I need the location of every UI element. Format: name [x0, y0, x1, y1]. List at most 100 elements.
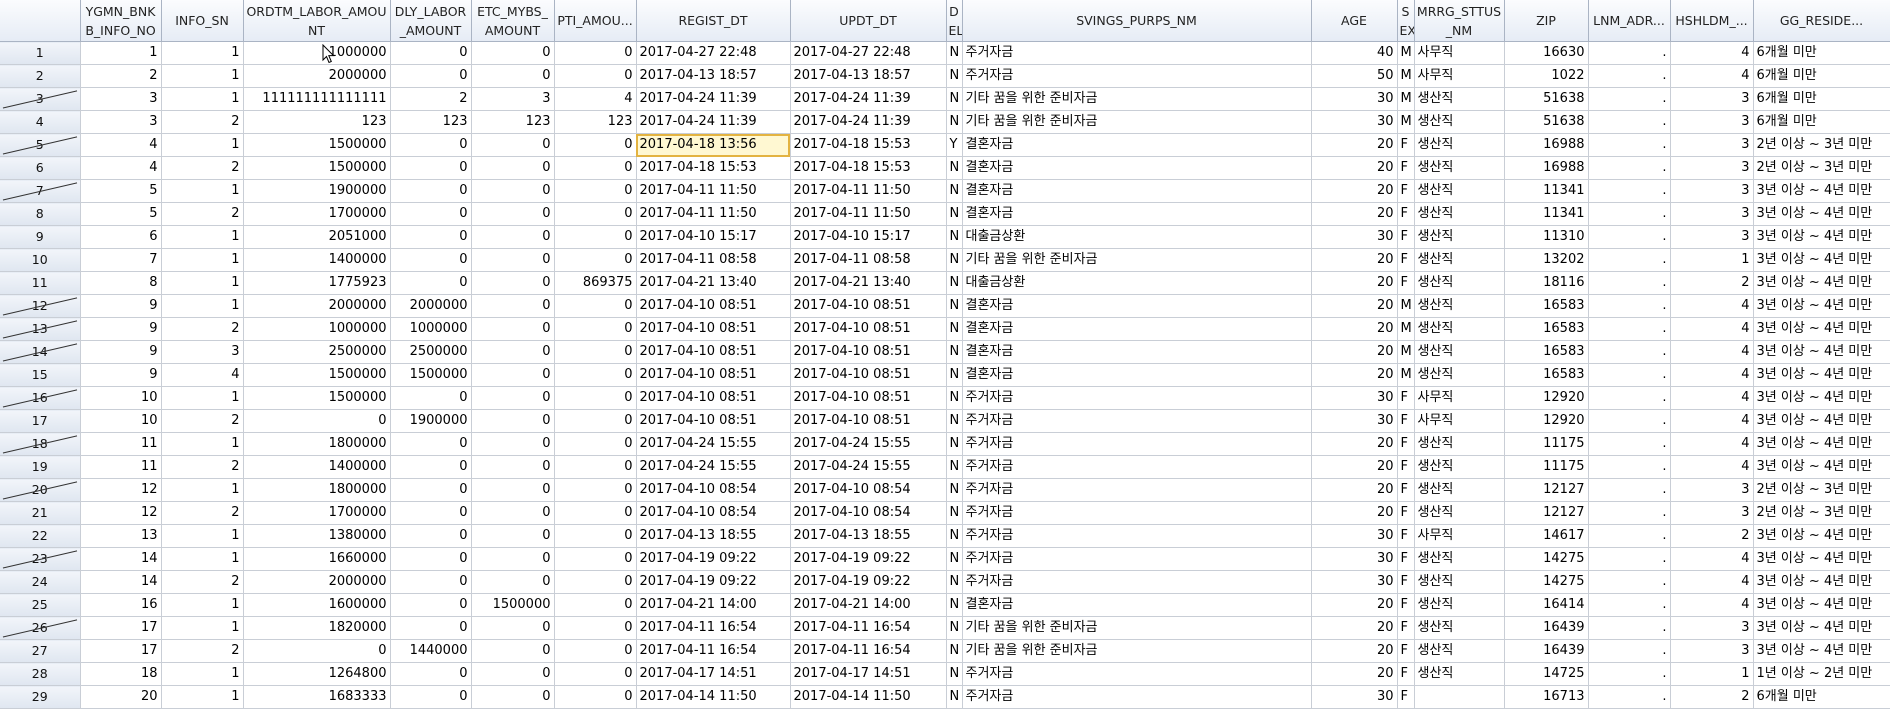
cell-zip[interactable]: 16439	[1504, 616, 1589, 640]
cell-lnm-adr[interactable]: .	[1588, 432, 1671, 456]
table-row[interactable]: 22 13 1 1380000 0 0 0 2017-04-13 18:55 2017-04-1…	[0, 524, 1890, 548]
cell-info-sn[interactable]: 1	[161, 524, 244, 548]
cell-dly-labor-amount[interactable]: 2500000	[390, 340, 472, 364]
cell-svings-purps-nm[interactable]: 주거자금	[962, 64, 1312, 88]
cell-etc-mybs-amount[interactable]: 0	[471, 547, 555, 571]
cell-lnm-adr[interactable]: .	[1588, 455, 1671, 479]
table-row[interactable]: 15 9 4 1500000 1500000 0 0 2017-04-10 08:51 2017…	[0, 363, 1890, 387]
cell-gg-reside[interactable]: 3년 이상 ~ 4년 미만	[1753, 409, 1890, 433]
cell-dly-labor-amount[interactable]: 0	[390, 156, 472, 180]
row-number-cell[interactable]: 4	[0, 110, 81, 134]
row-number-cell[interactable]: 3	[0, 87, 81, 111]
cell-dly-labor-amount[interactable]: 2	[390, 87, 472, 111]
cell-age[interactable]: 30	[1311, 386, 1398, 410]
cell-lnm-adr[interactable]: .	[1588, 662, 1671, 686]
cell-dly-labor-amount[interactable]: 123	[390, 110, 472, 134]
cell-mrrg-sttus-nm[interactable]: 생산직	[1414, 455, 1505, 479]
cell-pti-amount[interactable]: 0	[554, 662, 637, 686]
cell-updt-dt[interactable]: 2017-04-24 15:55	[790, 432, 947, 456]
cell-ordtm-labor-amount[interactable]: 1900000	[243, 179, 391, 203]
cell-sex[interactable]: F	[1397, 225, 1415, 249]
cell-zip[interactable]: 16630	[1504, 41, 1589, 65]
cell-updt-dt[interactable]: 2017-04-21 14:00	[790, 593, 947, 617]
cell-lnm-adr[interactable]: .	[1588, 133, 1671, 157]
row-number-cell[interactable]: 18	[0, 432, 81, 456]
cell-pti-amount[interactable]: 0	[554, 478, 637, 502]
cell-sex[interactable]: F	[1397, 547, 1415, 571]
cell-pti-amount[interactable]: 0	[554, 455, 637, 479]
cell-svings-purps-nm[interactable]: 주거자금	[962, 570, 1312, 594]
table-row[interactable]: 28 18 1 1264800 0 0 0 2017-04-17 14:51 2017-04-1…	[0, 662, 1890, 686]
cell-etc-mybs-amount[interactable]: 0	[471, 570, 555, 594]
cell-svings-purps-nm[interactable]: 주거자금	[962, 662, 1312, 686]
cell-info-sn[interactable]: 1	[161, 685, 244, 709]
cell-updt-dt[interactable]: 2017-04-10 08:51	[790, 409, 947, 433]
cell-del[interactable]: N	[946, 639, 963, 663]
cell-age[interactable]: 20	[1311, 432, 1398, 456]
cell-ygmn-bnkb-info-no[interactable]: 18	[80, 662, 162, 686]
cell-sex[interactable]: F	[1397, 409, 1415, 433]
cell-sex[interactable]: M	[1397, 294, 1415, 318]
cell-del[interactable]: N	[946, 570, 963, 594]
row-number-cell[interactable]: 16	[0, 386, 81, 410]
table-row[interactable]: 7 5 1 1900000 0 0 0 2017-04-11 11:50 2017-04-11 …	[0, 179, 1890, 203]
cell-svings-purps-nm[interactable]: 기타 꿈을 위한 준비자금	[962, 87, 1312, 111]
cell-ygmn-bnkb-info-no[interactable]: 11	[80, 432, 162, 456]
cell-gg-reside[interactable]: 3년 이상 ~ 4년 미만	[1753, 317, 1890, 341]
cell-regist-dt[interactable]: 2017-04-10 08:54	[636, 478, 791, 502]
selected-cell[interactable]: 2017-04-18 13:56	[636, 133, 791, 157]
cell-etc-mybs-amount[interactable]: 0	[471, 225, 555, 249]
cell-del[interactable]: N	[946, 317, 963, 341]
cell-svings-purps-nm[interactable]: 기타 꿈을 위한 준비자금	[962, 110, 1312, 134]
cell-sex[interactable]: F	[1397, 478, 1415, 502]
cell-etc-mybs-amount[interactable]: 123	[471, 110, 555, 134]
cell-mrrg-sttus-nm[interactable]: 생산직	[1414, 225, 1505, 249]
cell-updt-dt[interactable]: 2017-04-11 08:58	[790, 248, 947, 272]
cell-updt-dt[interactable]: 2017-04-27 22:48	[790, 41, 947, 65]
cell-updt-dt[interactable]: 2017-04-11 11:50	[790, 202, 947, 226]
cell-lnm-adr[interactable]: .	[1588, 570, 1671, 594]
cell-ygmn-bnkb-info-no[interactable]: 9	[80, 363, 162, 387]
cell-age[interactable]: 20	[1311, 179, 1398, 203]
cell-lnm-adr[interactable]: .	[1588, 524, 1671, 548]
cell-age[interactable]: 30	[1311, 685, 1398, 709]
cell-hshldm[interactable]: 3	[1670, 156, 1754, 180]
cell-svings-purps-nm[interactable]: 결혼자금	[962, 294, 1312, 318]
column-header-svings-purps-nm[interactable]: SVINGS_PURPS_NM	[962, 0, 1312, 42]
cell-sex[interactable]: M	[1397, 41, 1415, 65]
cell-del[interactable]: N	[946, 478, 963, 502]
cell-mrrg-sttus-nm[interactable]: 생산직	[1414, 662, 1505, 686]
cell-sex[interactable]: F	[1397, 432, 1415, 456]
cell-regist-dt[interactable]: 2017-04-10 08:54	[636, 501, 791, 525]
cell-pti-amount[interactable]: 0	[554, 248, 637, 272]
cell-sex[interactable]: F	[1397, 685, 1415, 709]
cell-info-sn[interactable]: 1	[161, 662, 244, 686]
row-number-cell[interactable]: 22	[0, 524, 81, 548]
cell-pti-amount[interactable]: 0	[554, 685, 637, 709]
cell-svings-purps-nm[interactable]: 결혼자금	[962, 317, 1312, 341]
cell-svings-purps-nm[interactable]: 대출금상환	[962, 225, 1312, 249]
cell-svings-purps-nm[interactable]: 결혼자금	[962, 179, 1312, 203]
cell-ygmn-bnkb-info-no[interactable]: 5	[80, 179, 162, 203]
cell-dly-labor-amount[interactable]: 1000000	[390, 317, 472, 341]
cell-sex[interactable]: F	[1397, 662, 1415, 686]
table-row[interactable]: 26 17 1 1820000 0 0 0 2017-04-11 16:54 2017-04-1…	[0, 616, 1890, 640]
column-header-ygmn-bnkb-info-no[interactable]: YGMN_BNK B_INFO_NO	[80, 0, 162, 42]
row-number-cell[interactable]: 10	[0, 248, 81, 272]
cell-ordtm-labor-amount[interactable]: 1683333	[243, 685, 391, 709]
cell-regist-dt[interactable]: 2017-04-21 14:00	[636, 593, 791, 617]
cell-gg-reside[interactable]: 3년 이상 ~ 4년 미만	[1753, 179, 1890, 203]
cell-updt-dt[interactable]: 2017-04-24 11:39	[790, 110, 947, 134]
cell-ygmn-bnkb-info-no[interactable]: 2	[80, 64, 162, 88]
cell-zip[interactable]: 16988	[1504, 156, 1589, 180]
cell-zip[interactable]: 16414	[1504, 593, 1589, 617]
cell-pti-amount[interactable]: 0	[554, 616, 637, 640]
cell-hshldm[interactable]: 4	[1670, 547, 1754, 571]
cell-age[interactable]: 30	[1311, 547, 1398, 571]
cell-regist-dt[interactable]: 2017-04-19 09:22	[636, 570, 791, 594]
cell-svings-purps-nm[interactable]: 주거자금	[962, 501, 1312, 525]
cell-del[interactable]: N	[946, 271, 963, 295]
cell-svings-purps-nm[interactable]: 주거자금	[962, 685, 1312, 709]
cell-gg-reside[interactable]: 1년 이상 ~ 2년 미만	[1753, 662, 1890, 686]
cell-ordtm-labor-amount[interactable]: 2000000	[243, 570, 391, 594]
